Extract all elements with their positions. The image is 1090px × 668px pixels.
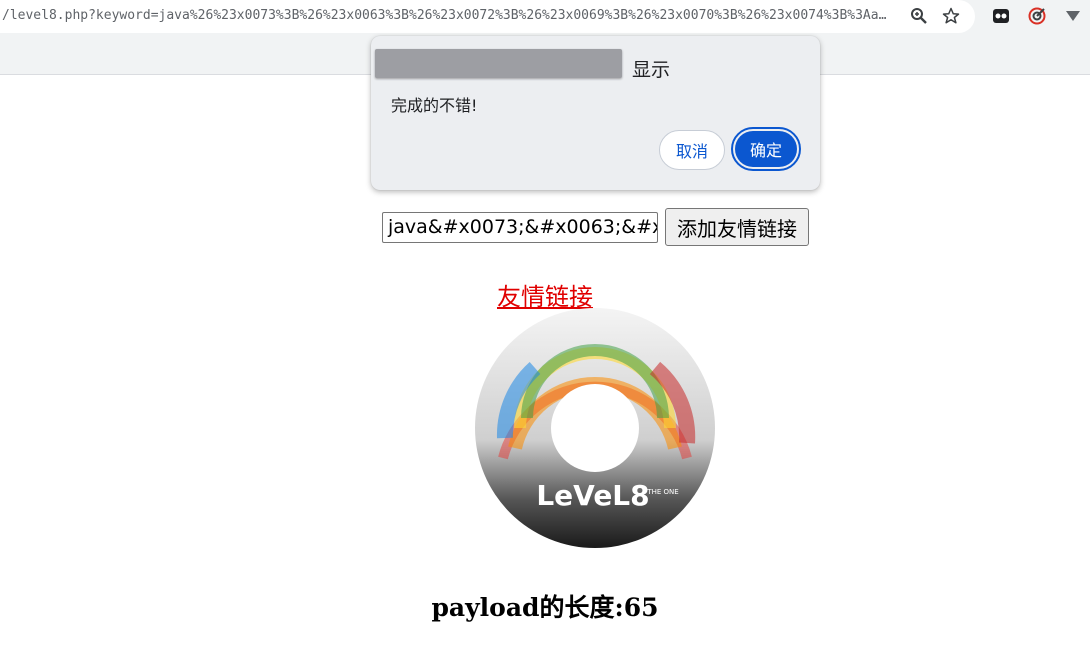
redacted-origin xyxy=(375,49,622,78)
zoom-icon[interactable] xyxy=(909,6,929,26)
dialog-title: 显示 xyxy=(632,59,671,81)
dialog-message: 完成的不错! xyxy=(391,96,478,115)
friend-link[interactable]: 友情链接 xyxy=(497,283,593,311)
disc-subtitle: THE ONE xyxy=(646,488,678,496)
alert-dialog: 显示 完成的不错! 取消 确定 xyxy=(371,36,820,190)
add-link-button[interactable]: 添加友情链接 xyxy=(665,208,809,246)
friend-link-row: 友情链接 xyxy=(0,277,1090,312)
url-text[interactable]: /level8.php?keyword=java%26%23x0073%3B%2… xyxy=(2,8,907,23)
keyword-input[interactable]: java&#x0073;&#x0063;&#x0072;&#x0069;&#x0… xyxy=(382,212,658,243)
cancel-button[interactable]: 取消 xyxy=(659,130,725,170)
bookmark-star-icon[interactable] xyxy=(941,6,961,26)
disc-logo-text: LeVeL8 xyxy=(536,479,649,512)
ok-button-label: 确定 xyxy=(735,131,797,167)
extension-icon[interactable] xyxy=(991,6,1011,26)
address-bar[interactable]: /level8.php?keyword=java%26%23x0073%3B%2… xyxy=(0,0,975,33)
payload-length: payload的长度:65 xyxy=(431,593,659,622)
level8-disc-image: LeVeL8 THE ONE xyxy=(475,308,715,548)
menu-chevron-icon[interactable] xyxy=(1063,6,1083,26)
ok-button[interactable]: 确定 xyxy=(731,127,801,171)
target-icon[interactable] xyxy=(1027,6,1047,26)
